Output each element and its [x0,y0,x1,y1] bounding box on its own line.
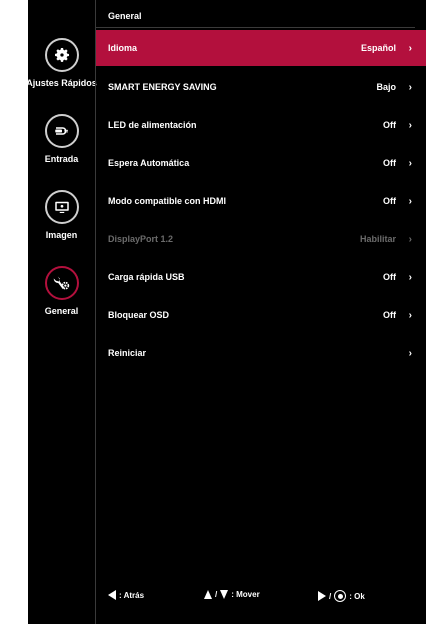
menu-item-led-alimentacion[interactable]: LED de alimentación Off › [96,106,426,144]
menu-item-label: DisplayPort 1.2 [108,234,174,244]
chevron-right-icon: › [408,157,412,169]
chevron-right-icon: › [408,42,412,54]
menu-item-value: Off [383,120,396,130]
menu-item-label: Reiniciar [108,348,147,358]
footer-ok-label: : Ok [349,591,365,601]
sidebar-item-ajustes-rapidos[interactable]: Ajustes Rápidos [28,38,97,88]
sidebar-item-label: General [44,306,79,316]
sidebar-item-label: Imagen [45,230,78,240]
arrow-down-icon [220,590,229,599]
menu-item-label: Modo compatible con HDMI [108,196,226,206]
chevron-right-icon: › [408,233,412,245]
arrow-up-icon [204,590,212,599]
menu-item-value: Off [383,158,396,168]
menu-item-value: Off [383,310,396,320]
general-settings-icon [44,266,79,300]
menu-item-smart-energy-saving[interactable]: SMART ENERGY SAVING Bajo › [96,68,426,106]
footer-back-label: : Atrás [119,590,145,600]
chevron-right-icon: › [408,119,412,131]
gear-icon [44,38,79,72]
menu-item-value: Español [360,43,396,53]
chevron-right-icon: › [408,309,412,321]
menu-item-modo-hdmi[interactable]: Modo compatible con HDMI Off › [96,182,426,220]
menu-item-espera-automatica[interactable]: Espera Automática Off › [96,144,426,182]
footer-move-label: : Mover [231,590,260,599]
menu-item-label: Espera Automática [108,158,190,168]
menu-item-idioma[interactable]: Idioma Español › [96,30,426,66]
menu-item-reiniciar[interactable]: Reiniciar › [96,334,426,372]
joystick-press-icon [334,590,347,602]
footer-ok-separator: / [329,591,332,601]
menu-item-bloquear-osd[interactable]: Bloquear OSD Off › [96,296,426,334]
menu-item-carga-rapida-usb[interactable]: Carga rápida USB Off › [96,258,426,296]
key-guide-footer: : Atrás / : Mover / : Ok [96,590,426,604]
menu-item-label: Bloquear OSD [108,310,170,320]
sidebar-item-general[interactable]: General [28,266,95,316]
menu-item-label: LED de alimentación [108,120,197,130]
sidebar-item-label: Entrada [44,154,79,164]
menu-item-label: Idioma [108,43,138,53]
page-title: General [108,11,142,21]
chevron-right-icon: › [408,271,412,283]
menu-item-displayport: DisplayPort 1.2 Habilitar › [96,220,426,258]
menu-item-value: Off [383,196,396,206]
arrow-right-icon [318,591,326,601]
footer-move-separator: / [215,590,218,599]
menu-item-label: SMART ENERGY SAVING [108,82,217,92]
footer-move: / : Mover [204,590,260,599]
footer-back: : Atrás [108,590,144,600]
sidebar-item-imagen[interactable]: Imagen [28,190,95,240]
sidebar: Ajustes Rápidos Entrada Imagen General [28,0,97,624]
monitor-icon [44,190,79,224]
arrow-left-icon [108,590,116,600]
menu-item-value: Bajo [376,82,396,92]
input-plug-icon [44,114,79,148]
chevron-right-icon: › [408,81,412,93]
chevron-right-icon: › [408,347,412,359]
sidebar-item-entrada[interactable]: Entrada [28,114,95,164]
osd-menu: Ajustes Rápidos Entrada Imagen General G… [28,0,426,624]
footer-ok: / : Ok [318,590,365,602]
header-divider [96,27,415,28]
menu-item-value: Off [383,272,396,282]
settings-menu: Idioma Español › SMART ENERGY SAVING Baj… [96,30,426,372]
menu-item-value: Habilitar [359,234,396,244]
chevron-right-icon: › [408,195,412,207]
menu-item-label: Carga rápida USB [108,272,185,282]
